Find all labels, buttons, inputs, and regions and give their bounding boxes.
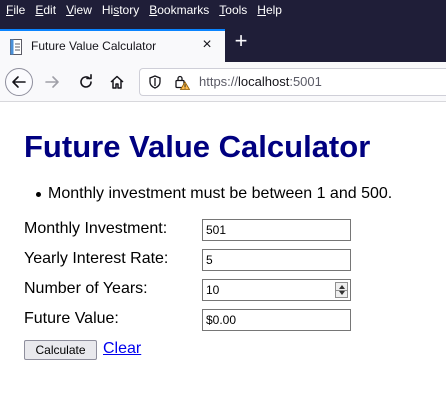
back-button[interactable]	[5, 68, 33, 96]
new-tab-button[interactable]: +	[232, 30, 250, 52]
page-content: Future Value Calculator Monthly investme…	[0, 103, 446, 404]
yearly-interest-rate-input[interactable]: 5	[202, 249, 351, 271]
yearly-interest-rate-label: Yearly Interest Rate:	[24, 250, 169, 267]
menu-help[interactable]: Help	[257, 0, 282, 21]
tab-strip: Future Value Calculator × +	[0, 21, 446, 62]
yearly-interest-rate-row: Yearly Interest Rate: 5	[24, 249, 354, 271]
tab-title: Future Value Calculator	[31, 39, 157, 53]
number-of-years-label: Number of Years:	[24, 280, 148, 297]
error-message: Monthly investment must be between 1 and…	[36, 185, 392, 203]
number-of-years-value: 10	[206, 283, 220, 297]
number-of-years-input[interactable]: 10	[202, 279, 351, 301]
menu-edit[interactable]: Edit	[35, 0, 56, 21]
nav-bar: https://localhost:5001	[0, 62, 446, 102]
menu-view[interactable]: View	[66, 0, 92, 21]
home-button[interactable]	[103, 68, 131, 96]
url-bar[interactable]: https://localhost:5001	[139, 68, 446, 96]
spin-down-icon[interactable]	[339, 291, 345, 295]
monthly-investment-row: Monthly Investment: 501	[24, 219, 354, 241]
shield-icon[interactable]	[148, 75, 162, 89]
monthly-investment-input[interactable]: 501	[202, 219, 351, 241]
page-icon	[10, 39, 22, 55]
menu-history[interactable]: History	[102, 0, 139, 21]
arrow-left-icon	[12, 76, 26, 88]
number-stepper[interactable]	[335, 282, 348, 298]
home-icon	[110, 75, 124, 89]
close-icon[interactable]: ×	[199, 35, 215, 55]
url-text: https://localhost:5001	[199, 74, 322, 89]
menu-file[interactable]: File	[6, 0, 25, 21]
tab-future-value-calculator[interactable]: Future Value Calculator ×	[0, 29, 225, 62]
calculate-button[interactable]: Calculate	[24, 340, 97, 360]
menu-bar: File Edit View History Bookmarks Tools H…	[0, 0, 446, 21]
future-value-input[interactable]: $0.00	[202, 309, 351, 331]
number-of-years-row: Number of Years: 10	[24, 279, 354, 301]
clear-link[interactable]: Clear	[103, 340, 141, 358]
page-title: Future Value Calculator	[24, 129, 371, 164]
lock-warning-icon[interactable]	[174, 74, 190, 90]
future-value-label: Future Value:	[24, 310, 119, 327]
forward-button[interactable]	[38, 68, 66, 96]
future-value-row: Future Value: $0.00	[24, 309, 354, 331]
arrow-right-icon	[45, 76, 59, 88]
monthly-investment-label: Monthly Investment:	[24, 220, 168, 237]
error-list: Monthly investment must be between 1 and…	[36, 185, 392, 203]
reload-button[interactable]	[72, 68, 100, 96]
reload-icon	[80, 74, 92, 88]
menu-bookmarks[interactable]: Bookmarks	[149, 0, 209, 21]
bullet-icon	[36, 192, 41, 197]
spin-up-icon[interactable]	[339, 285, 345, 289]
menu-tools[interactable]: Tools	[219, 0, 247, 21]
